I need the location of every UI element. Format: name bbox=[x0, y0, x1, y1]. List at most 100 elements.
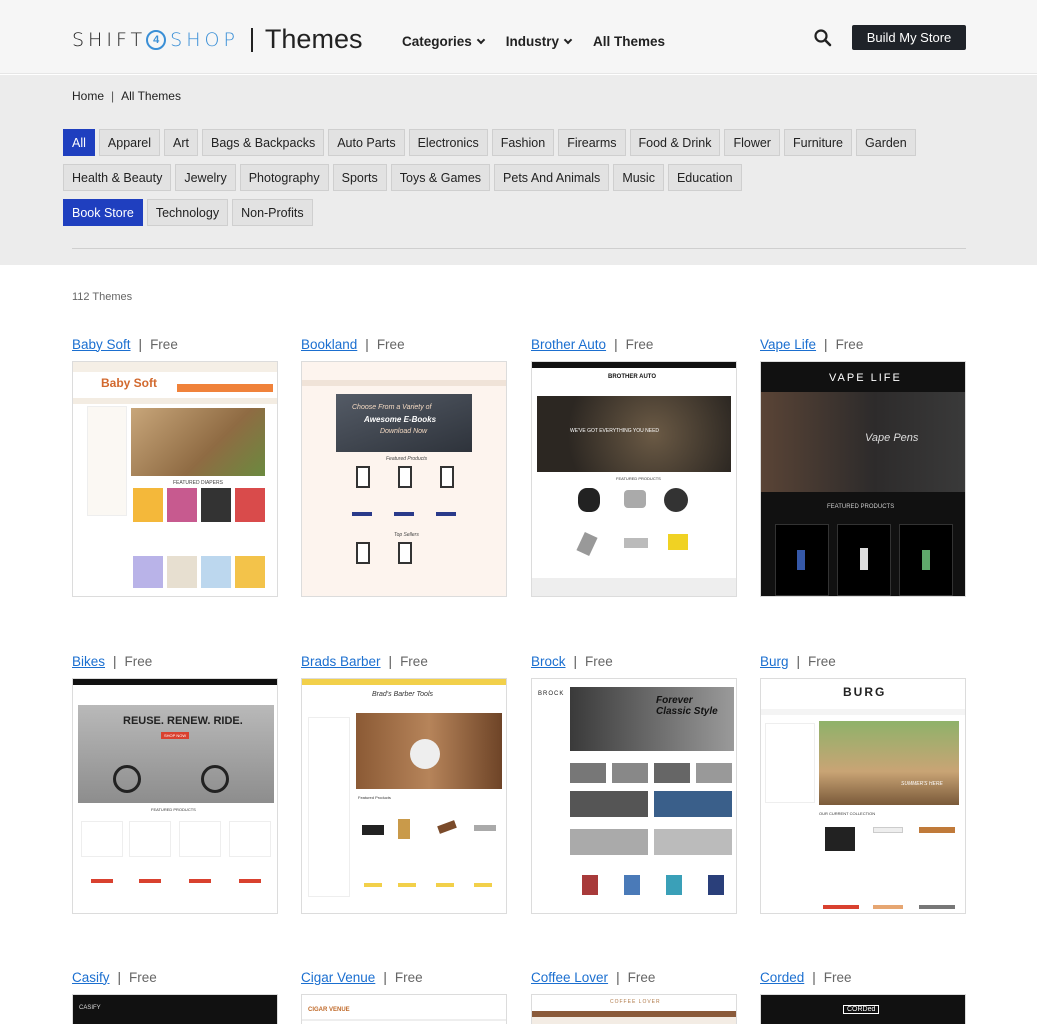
theme-preview-image[interactable]: CIGAR VENUE bbox=[301, 994, 507, 1024]
theme-price: Free bbox=[150, 336, 178, 352]
thumb-hero: SUMMER'S HERE bbox=[901, 781, 943, 787]
price-separator: | bbox=[812, 969, 816, 985]
chip-row: All Apparel Art Bags & Backpacks Auto Pa… bbox=[63, 129, 943, 156]
shift4shop-logo[interactable]: SHIFT 4 SHOP Themes bbox=[72, 24, 362, 55]
theme-price: Free bbox=[627, 969, 656, 985]
filter-chip-toys-games[interactable]: Toys & Games bbox=[390, 164, 491, 191]
theme-preview-image[interactable]: Baby Soft FEATURED DIAPERS bbox=[72, 361, 278, 597]
theme-name-link[interactable]: Coffee Lover bbox=[531, 970, 608, 985]
theme-price: Free bbox=[835, 336, 864, 352]
filter-chip-photography[interactable]: Photography bbox=[239, 164, 329, 191]
filter-chip-all[interactable]: All bbox=[63, 129, 95, 156]
nav-all-themes[interactable]: All Themes bbox=[593, 34, 665, 49]
thumb-featured: FEATURED DIAPERS bbox=[173, 480, 223, 486]
price-separator: | bbox=[796, 653, 801, 669]
filter-chip-bags-backpacks[interactable]: Bags & Backpacks bbox=[201, 129, 325, 156]
theme-name-link[interactable]: Brads Barber bbox=[301, 654, 381, 669]
thumb-featured: Featured Products bbox=[386, 456, 428, 462]
thumb-logo: BURG bbox=[843, 685, 887, 699]
filter-chip-electronics[interactable]: Electronics bbox=[408, 129, 488, 156]
theme-name-link[interactable]: Brother Auto bbox=[531, 337, 606, 352]
filter-chip-book-store[interactable]: Book Store bbox=[63, 199, 143, 226]
filter-chip-auto-parts[interactable]: Auto Parts bbox=[328, 129, 405, 156]
filter-chip-pets-animals[interactable]: Pets And Animals bbox=[494, 164, 610, 191]
theme-name-link[interactable]: Bikes bbox=[72, 654, 105, 669]
build-my-store-button[interactable]: Build My Store bbox=[852, 25, 966, 50]
category-filter-chips: All Apparel Art Bags & Backpacks Auto Pa… bbox=[63, 129, 943, 234]
breadcrumb: Home | All Themes bbox=[72, 89, 181, 103]
theme-price: Free bbox=[625, 336, 654, 352]
filter-chip-garden[interactable]: Garden bbox=[856, 129, 916, 156]
nav-categories-label: Categories bbox=[402, 34, 472, 49]
filter-chip-jewelry[interactable]: Jewelry bbox=[175, 164, 236, 191]
thumb-featured: Featured Products bbox=[358, 795, 391, 800]
price-separator: | bbox=[383, 969, 387, 985]
theme-name-link[interactable]: Corded bbox=[760, 970, 804, 985]
theme-preview-image[interactable]: BROCK Forever Classic Style bbox=[531, 678, 737, 914]
chevron-down-icon bbox=[476, 35, 486, 44]
filter-chip-fashion[interactable]: Fashion bbox=[491, 129, 555, 156]
nav-industry-label: Industry bbox=[505, 34, 560, 49]
thumb-headline: Awesome E-Books bbox=[364, 415, 437, 424]
theme-card-title: Brother Auto | Free bbox=[531, 336, 737, 352]
price-separator: | bbox=[365, 336, 369, 352]
filter-chip-education[interactable]: Education bbox=[667, 164, 742, 191]
theme-preview-image[interactable]: Choose From a Variety of Awesome E-Books… bbox=[301, 361, 507, 597]
breadcrumb-home[interactable]: Home bbox=[72, 89, 104, 103]
breadcrumb-current[interactable]: All Themes bbox=[121, 89, 181, 103]
price-separator: | bbox=[388, 653, 393, 669]
theme-name-link[interactable]: Vape Life bbox=[760, 337, 816, 352]
theme-name-link[interactable]: Burg bbox=[760, 654, 789, 669]
theme-preview-image[interactable]: BURG SUMMER'S HERE OUR CURRENT COLLECTIO… bbox=[760, 678, 966, 914]
filter-chip-firearms[interactable]: Firearms bbox=[558, 129, 626, 156]
logo-4-badge: 4 bbox=[146, 29, 167, 50]
filter-chip-art[interactable]: Art bbox=[164, 129, 198, 156]
thumb-featured: FEATURED PRODUCTS bbox=[827, 504, 895, 510]
theme-name-link[interactable]: Cigar Venue bbox=[301, 970, 375, 985]
theme-preview-image[interactable]: BROTHER AUTO WE'VE GOT EVERYTHING YOU NE… bbox=[531, 361, 737, 597]
filter-panel: Home | All Themes All Apparel Art Bags &… bbox=[0, 75, 1037, 265]
thumb-logo: Brad's Barber Tools bbox=[372, 691, 433, 698]
theme-preview-image[interactable]: Brad's Barber Tools Featured Products bbox=[301, 678, 507, 914]
logo-section-title: Themes bbox=[264, 24, 363, 54]
theme-name-link[interactable]: Casify bbox=[72, 970, 110, 985]
theme-card: Baby Soft | Free Baby Soft FEATURED DIAP… bbox=[72, 336, 278, 597]
theme-name-link[interactable]: Baby Soft bbox=[72, 337, 131, 352]
filter-chip-sports[interactable]: Sports bbox=[332, 164, 387, 191]
thumb-featured: FEATURED PRODUCTS bbox=[151, 807, 196, 812]
theme-preview-image[interactable]: COFFEE LOVER bbox=[531, 994, 737, 1024]
theme-preview-image[interactable]: REUSE. RENEW. RIDE. SHOP NOW FEATURED PR… bbox=[72, 678, 278, 914]
theme-price: Free bbox=[129, 969, 157, 985]
theme-preview-image[interactable]: CASIFY bbox=[72, 994, 278, 1024]
theme-price: Free bbox=[394, 969, 423, 985]
filter-chip-non-profits[interactable]: Non-Profits bbox=[232, 199, 313, 226]
filter-chip-health-beauty[interactable]: Health & Beauty bbox=[63, 164, 172, 191]
thumb-hero: REUSE. RENEW. RIDE. bbox=[123, 715, 243, 727]
theme-preview-image[interactable]: CORDed bbox=[760, 994, 966, 1024]
filter-chip-furniture[interactable]: Furniture bbox=[783, 129, 853, 156]
theme-name-link[interactable]: Bookland bbox=[301, 337, 357, 352]
breadcrumb-separator: | bbox=[111, 89, 115, 103]
thumb-logo: BROTHER AUTO bbox=[608, 374, 656, 380]
theme-card: Bikes | Free REUSE. RENEW. RIDE. SHOP NO… bbox=[72, 653, 278, 914]
filter-chip-technology[interactable]: Technology bbox=[146, 199, 229, 226]
theme-card-title: Corded | Free bbox=[760, 969, 966, 985]
filter-chip-music[interactable]: Music bbox=[613, 164, 664, 191]
theme-card: Cigar Venue | Free CIGAR VENUE bbox=[301, 969, 507, 1024]
filter-chip-food-drink[interactable]: Food & Drink bbox=[629, 129, 721, 156]
theme-card-title: Coffee Lover | Free bbox=[531, 969, 737, 985]
filter-chip-apparel[interactable]: Apparel bbox=[98, 129, 160, 156]
thumb-hero: Vape Pens bbox=[865, 432, 919, 444]
theme-name-link[interactable]: Brock bbox=[531, 654, 566, 669]
theme-card-title: Burg | Free bbox=[760, 653, 966, 669]
chevron-down-icon bbox=[563, 35, 573, 44]
search-icon[interactable] bbox=[814, 29, 832, 47]
nav-categories[interactable]: Categories bbox=[402, 34, 486, 49]
theme-preview-image[interactable]: VAPE LIFE Vape Pens FEATURED PRODUCTS bbox=[760, 361, 966, 597]
thumb-logo: Baby Soft bbox=[101, 376, 158, 390]
theme-price: Free bbox=[376, 336, 405, 352]
nav-industry[interactable]: Industry bbox=[505, 34, 573, 49]
filter-chip-flower[interactable]: Flower bbox=[724, 129, 780, 156]
price-separator: | bbox=[573, 653, 578, 669]
price-separator: | bbox=[614, 336, 618, 352]
